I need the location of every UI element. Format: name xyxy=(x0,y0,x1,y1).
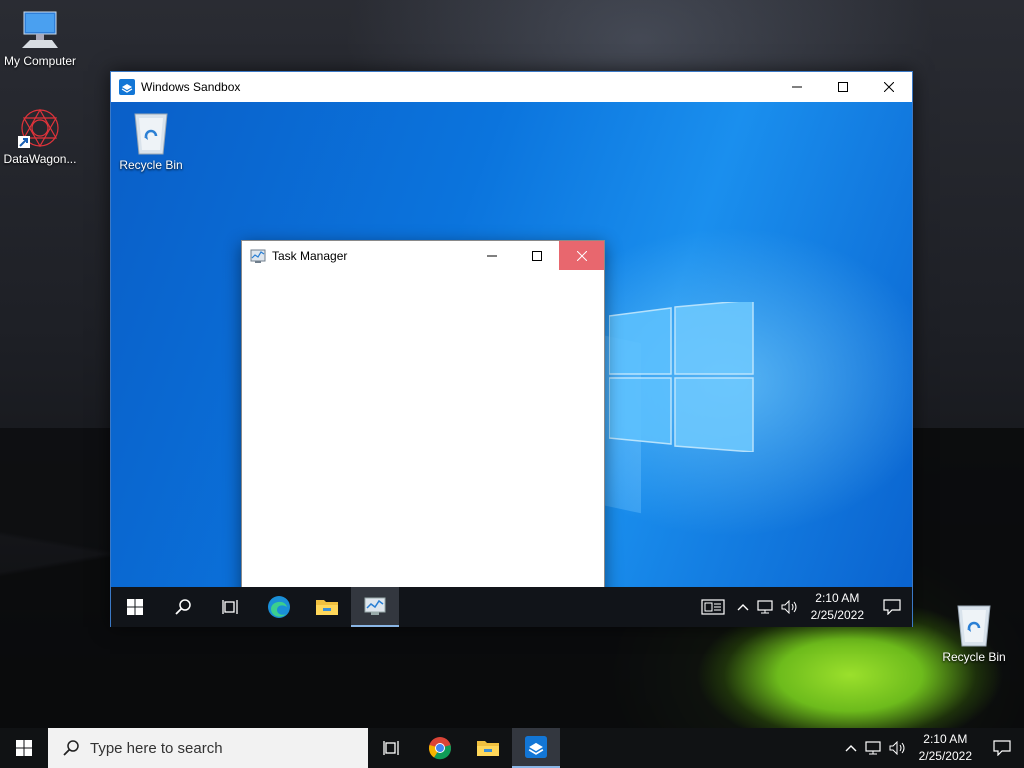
sandbox-desktop: Recycle Bin Task Manager xyxy=(111,102,912,587)
chevron-up-icon xyxy=(845,745,857,752)
datawagon-shortcut-icon xyxy=(18,108,59,148)
desktop-icon-my-computer[interactable]: My Computer xyxy=(0,10,80,68)
desktop-icon-datawagon[interactable]: DataWagon... xyxy=(0,106,80,166)
clock-date: 2/25/2022 xyxy=(918,749,972,763)
sandbox-titlebar[interactable]: Windows Sandbox xyxy=(111,72,912,102)
desktop-icon-label: My Computer xyxy=(3,54,77,68)
windows-start-icon xyxy=(16,740,32,756)
computer-icon xyxy=(22,11,58,48)
show-hidden-icons-button[interactable] xyxy=(841,728,861,768)
taskbar-file-explorer[interactable] xyxy=(303,587,351,627)
task-manager-icon xyxy=(364,597,386,615)
windows-start-icon xyxy=(127,599,143,615)
desktop-icon-label: Recycle Bin xyxy=(942,650,1006,664)
search-icon xyxy=(175,599,191,615)
host-clock[interactable]: 2:10 AM 2/25/2022 xyxy=(911,731,980,765)
search-button[interactable] xyxy=(159,587,207,627)
sandbox-window[interactable]: Windows Sandbox Recycle Bin Task Manager… xyxy=(110,71,913,627)
sandbox-clock[interactable]: 2:10 AM 2/25/2022 xyxy=(803,590,872,624)
network-icon xyxy=(865,741,881,755)
volume-button[interactable] xyxy=(777,587,803,627)
sandbox-app-icon xyxy=(525,736,547,758)
news-icon xyxy=(701,599,725,615)
speaker-icon xyxy=(889,741,905,755)
clock-time: 2:10 AM xyxy=(815,591,860,605)
close-button[interactable] xyxy=(866,72,912,102)
chevron-up-icon xyxy=(737,604,749,611)
recycle-bin-icon xyxy=(134,113,168,155)
host-taskbar: 2:10 AM 2/25/2022 xyxy=(0,728,1024,768)
desktop-icon-recycle-bin[interactable]: Recycle Bin xyxy=(934,602,1014,664)
desktop-icon-label: DataWagon... xyxy=(3,152,77,166)
speaker-icon xyxy=(781,600,797,614)
network-button[interactable] xyxy=(753,587,777,627)
minimize-icon xyxy=(792,86,802,88)
close-button[interactable] xyxy=(559,241,604,270)
task-manager-titlebar[interactable]: Task Manager xyxy=(242,241,604,270)
host-system-tray: 2:10 AM 2/25/2022 xyxy=(841,728,1024,768)
taskbar-search-box[interactable] xyxy=(48,728,368,768)
folder-icon xyxy=(477,741,499,756)
sandbox-taskbar: 2:10 AM 2/25/2022 xyxy=(111,587,912,627)
taskbar-task-manager[interactable] xyxy=(351,587,399,627)
notification-icon xyxy=(883,599,901,615)
network-button[interactable] xyxy=(861,728,885,768)
network-icon xyxy=(757,600,773,614)
maximize-button[interactable] xyxy=(514,241,559,270)
sandbox-window-title: Windows Sandbox xyxy=(141,80,241,94)
notifications-button[interactable] xyxy=(980,728,1024,768)
sandbox-desktop-icon-recycle-bin[interactable]: Recycle Bin xyxy=(111,110,191,172)
minimize-button[interactable] xyxy=(469,241,514,270)
task-view-button[interactable] xyxy=(368,728,416,768)
start-button[interactable] xyxy=(111,587,159,627)
minimize-button[interactable] xyxy=(774,72,820,102)
taskbar-file-explorer[interactable] xyxy=(464,728,512,768)
task-view-button[interactable] xyxy=(207,587,255,627)
maximize-button[interactable] xyxy=(820,72,866,102)
chrome-browser-icon xyxy=(428,737,452,760)
notifications-button[interactable] xyxy=(872,587,912,627)
clock-time: 2:10 AM xyxy=(923,732,968,746)
taskbar-chrome[interactable] xyxy=(416,728,464,768)
start-button[interactable] xyxy=(0,728,48,768)
maximize-icon xyxy=(838,82,848,92)
sandbox-caption-buttons xyxy=(774,72,912,102)
windows-logo-wallpaper xyxy=(609,302,754,452)
task-manager-caption-buttons xyxy=(469,241,604,270)
task-manager-window[interactable]: Task Manager xyxy=(241,240,605,587)
maximize-icon xyxy=(531,250,542,261)
task-manager-icon xyxy=(250,249,266,263)
search-icon xyxy=(63,740,79,756)
search-input[interactable] xyxy=(90,739,330,757)
desktop-icon-label: Recycle Bin xyxy=(119,158,183,172)
minimize-icon xyxy=(486,255,497,256)
recycle-bin-icon xyxy=(957,605,991,647)
task-view-icon xyxy=(383,741,399,755)
folder-icon xyxy=(316,600,338,615)
taskbar-windows-sandbox[interactable] xyxy=(512,728,560,768)
show-hidden-icons-button[interactable] xyxy=(733,587,753,627)
edge-browser-icon xyxy=(268,596,290,618)
news-button[interactable] xyxy=(693,587,733,627)
sandbox-app-icon xyxy=(119,79,135,95)
close-icon xyxy=(884,82,894,92)
task-view-icon xyxy=(222,600,238,614)
volume-button[interactable] xyxy=(885,728,911,768)
notification-icon xyxy=(993,740,1011,756)
taskbar-edge[interactable] xyxy=(255,587,303,627)
task-manager-title: Task Manager xyxy=(272,248,348,263)
sandbox-system-tray: 2:10 AM 2/25/2022 xyxy=(693,587,912,627)
clock-date: 2/25/2022 xyxy=(810,608,864,622)
close-icon xyxy=(576,250,587,261)
